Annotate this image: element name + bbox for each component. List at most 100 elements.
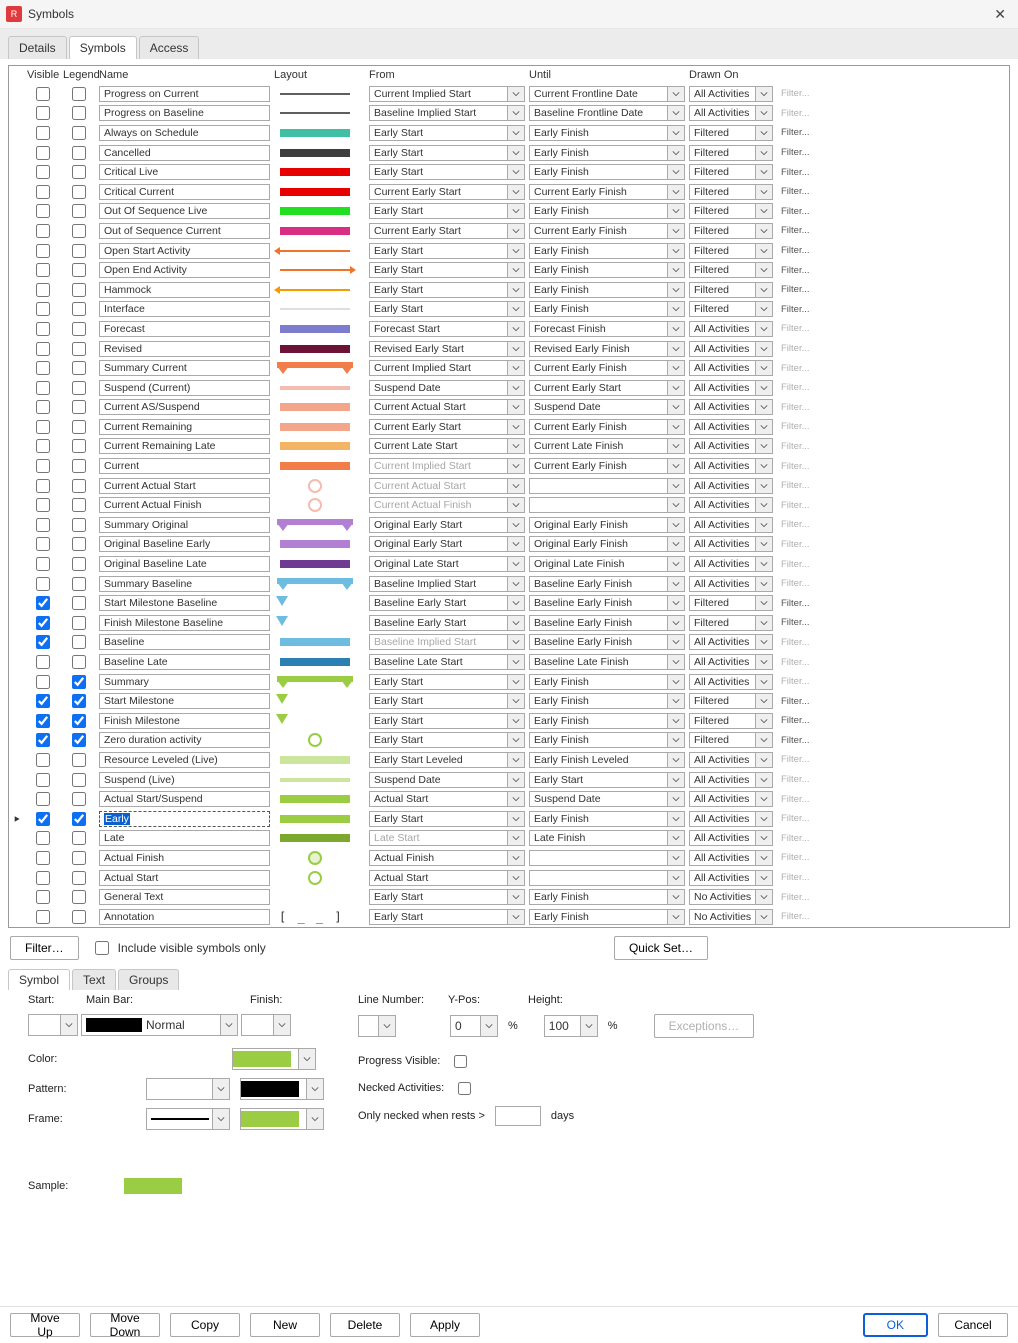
- frame-style-select[interactable]: [146, 1108, 230, 1130]
- from-select[interactable]: Early Start: [369, 693, 525, 709]
- color-select[interactable]: [232, 1048, 316, 1070]
- drawn-on-select[interactable]: No Activities: [689, 909, 773, 925]
- visible-checkbox[interactable]: [36, 498, 50, 512]
- name-cell[interactable]: Interface: [99, 301, 270, 317]
- drawn-on-select[interactable]: All Activities: [689, 419, 773, 435]
- grid-row[interactable]: Critical LiveEarly StartEarly FinishFilt…: [9, 162, 1009, 182]
- from-select[interactable]: Early Start: [369, 889, 525, 905]
- from-select[interactable]: Early Start: [369, 145, 525, 161]
- visible-checkbox[interactable]: [36, 616, 50, 630]
- from-select[interactable]: Suspend Date: [369, 380, 525, 396]
- from-select[interactable]: Actual Start: [369, 791, 525, 807]
- row-filter-button[interactable]: Filter...: [777, 732, 809, 748]
- until-select[interactable]: [529, 478, 685, 494]
- until-select[interactable]: Early Finish: [529, 125, 685, 141]
- name-cell[interactable]: Out Of Sequence Live: [99, 203, 270, 219]
- grid-row[interactable]: ForecastForecast StartForecast FinishAll…: [9, 319, 1009, 339]
- legend-checkbox[interactable]: [72, 910, 86, 924]
- grid-row[interactable]: Current Remaining LateCurrent Late Start…: [9, 437, 1009, 457]
- mainbar-select[interactable]: Normal: [81, 1014, 238, 1036]
- legend-checkbox[interactable]: [72, 733, 86, 747]
- drawn-on-select[interactable]: All Activities: [689, 341, 773, 357]
- drawn-on-select[interactable]: All Activities: [689, 478, 773, 494]
- drawn-on-select[interactable]: All Activities: [689, 536, 773, 552]
- legend-checkbox[interactable]: [72, 244, 86, 258]
- grid-filter-button[interactable]: Filter…: [10, 936, 79, 960]
- drawn-on-select[interactable]: Filtered: [689, 223, 773, 239]
- name-cell[interactable]: Annotation: [99, 909, 270, 925]
- until-select[interactable]: Early Finish: [529, 164, 685, 180]
- drawn-on-select[interactable]: All Activities: [689, 86, 773, 102]
- legend-checkbox[interactable]: [72, 87, 86, 101]
- grid-row[interactable]: CancelledEarly StartEarly FinishFiltered…: [9, 143, 1009, 163]
- visible-checkbox[interactable]: [36, 596, 50, 610]
- row-filter-button[interactable]: Filter...: [777, 164, 809, 180]
- row-filter-button[interactable]: Filter...: [777, 243, 809, 259]
- legend-checkbox[interactable]: [72, 283, 86, 297]
- name-cell[interactable]: Critical Current: [99, 184, 270, 200]
- from-select[interactable]: Original Early Start: [369, 536, 525, 552]
- drawn-on-select[interactable]: Filtered: [689, 243, 773, 259]
- grid-row[interactable]: Progress on CurrentCurrent Implied Start…: [9, 84, 1009, 104]
- legend-checkbox[interactable]: [72, 263, 86, 277]
- legend-checkbox[interactable]: [72, 479, 86, 493]
- until-select[interactable]: [529, 850, 685, 866]
- name-cell[interactable]: Early: [99, 811, 270, 827]
- name-cell[interactable]: Always on Schedule: [99, 125, 270, 141]
- from-select[interactable]: Current Actual Finish: [369, 497, 525, 513]
- visible-checkbox[interactable]: [36, 635, 50, 649]
- drawn-on-select[interactable]: Filtered: [689, 732, 773, 748]
- drawn-on-select[interactable]: All Activities: [689, 380, 773, 396]
- legend-checkbox[interactable]: [72, 714, 86, 728]
- drawn-on-select[interactable]: All Activities: [689, 321, 773, 337]
- exceptions-button[interactable]: Exceptions…: [654, 1014, 755, 1038]
- visible-checkbox[interactable]: [36, 185, 50, 199]
- drawn-on-select[interactable]: All Activities: [689, 772, 773, 788]
- drawn-on-select[interactable]: Filtered: [689, 164, 773, 180]
- name-cell[interactable]: Summary Current: [99, 360, 270, 376]
- until-select[interactable]: Early Finish: [529, 243, 685, 259]
- until-select[interactable]: Revised Early Finish: [529, 341, 685, 357]
- visible-checkbox[interactable]: [36, 792, 50, 806]
- name-cell[interactable]: Forecast: [99, 321, 270, 337]
- grid-row[interactable]: Summary BaselineBaseline Implied StartBa…: [9, 574, 1009, 594]
- legend-checkbox[interactable]: [72, 126, 86, 140]
- name-cell[interactable]: Actual Finish: [99, 850, 270, 866]
- grid-row[interactable]: Suspend (Current)Suspend DateCurrent Ear…: [9, 378, 1009, 398]
- name-cell[interactable]: Original Baseline Early: [99, 536, 270, 552]
- legend-checkbox[interactable]: [72, 537, 86, 551]
- until-select[interactable]: Current Frontline Date: [529, 86, 685, 102]
- drawn-on-select[interactable]: All Activities: [689, 576, 773, 592]
- col-visible[interactable]: Visible: [25, 66, 61, 84]
- legend-checkbox[interactable]: [72, 596, 86, 610]
- from-select[interactable]: Late Start: [369, 830, 525, 846]
- from-select[interactable]: Early Start: [369, 164, 525, 180]
- name-cell[interactable]: Actual Start/Suspend: [99, 791, 270, 807]
- from-select[interactable]: Early Start: [369, 713, 525, 729]
- legend-checkbox[interactable]: [72, 342, 86, 356]
- visible-checkbox[interactable]: [36, 283, 50, 297]
- visible-checkbox[interactable]: [36, 694, 50, 708]
- from-select[interactable]: Baseline Implied Start: [369, 105, 525, 121]
- legend-checkbox[interactable]: [72, 635, 86, 649]
- visible-checkbox[interactable]: [36, 420, 50, 434]
- drawn-on-select[interactable]: All Activities: [689, 654, 773, 670]
- legend-checkbox[interactable]: [72, 792, 86, 806]
- visible-checkbox[interactable]: [36, 851, 50, 865]
- visible-checkbox[interactable]: [36, 714, 50, 728]
- legend-checkbox[interactable]: [72, 439, 86, 453]
- visible-checkbox[interactable]: [36, 753, 50, 767]
- subtab-text[interactable]: Text: [72, 969, 116, 990]
- drawn-on-select[interactable]: Filtered: [689, 125, 773, 141]
- visible-checkbox[interactable]: [36, 459, 50, 473]
- drawn-on-select[interactable]: All Activities: [689, 517, 773, 533]
- until-select[interactable]: Early Finish: [529, 909, 685, 925]
- from-select[interactable]: Actual Start: [369, 870, 525, 886]
- from-select[interactable]: Current Implied Start: [369, 86, 525, 102]
- copy-button[interactable]: Copy: [170, 1313, 240, 1337]
- visible-checkbox[interactable]: [36, 733, 50, 747]
- from-select[interactable]: Baseline Early Start: [369, 615, 525, 631]
- height-select[interactable]: 100: [544, 1015, 598, 1037]
- delete-button[interactable]: Delete: [330, 1313, 400, 1337]
- from-select[interactable]: Current Early Start: [369, 184, 525, 200]
